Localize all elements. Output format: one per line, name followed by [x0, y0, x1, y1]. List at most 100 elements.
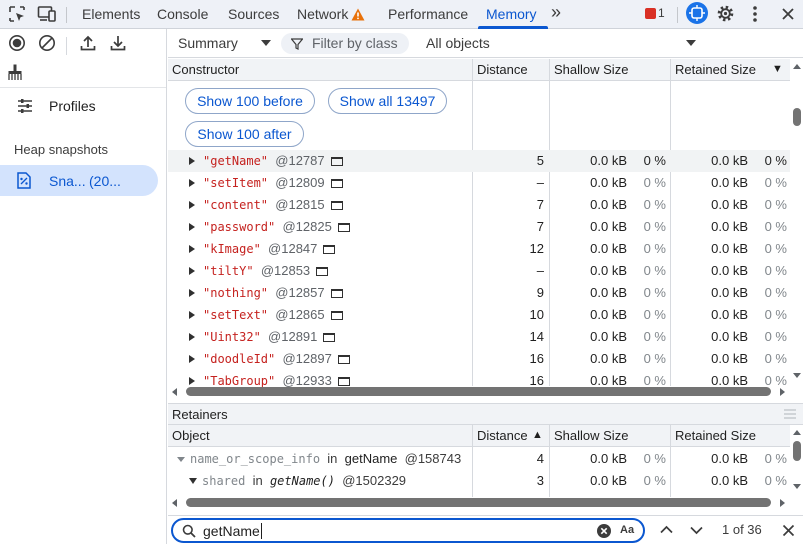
expand-arrow-icon[interactable] — [189, 377, 195, 385]
constructor-table-header: Constructor Distance Shallow Size Retain… — [168, 59, 790, 81]
close-search-icon[interactable] — [782, 524, 795, 537]
more-tabs-button[interactable]: » — [551, 2, 561, 23]
reveal-in-panel-icon[interactable] — [330, 201, 343, 210]
shallow-size-percent: 0 % — [643, 175, 666, 190]
scroll-left-arrow[interactable] — [172, 388, 177, 396]
tab-network[interactable]: Network — [297, 6, 348, 22]
constructor-vertical-scrollbar[interactable] — [793, 108, 801, 126]
expand-arrow-icon[interactable] — [189, 355, 195, 363]
load-profile-icon[interactable] — [78, 33, 98, 53]
reveal-in-panel-icon[interactable] — [330, 179, 343, 188]
record-heap-snapshot-icon[interactable] — [7, 33, 27, 53]
expand-arrow-icon[interactable] — [189, 179, 195, 187]
scroll-up-arrow[interactable] — [793, 430, 801, 435]
column-retained-size[interactable]: Retained Size — [675, 62, 756, 77]
column-object[interactable]: Object — [172, 428, 210, 443]
table-row[interactable]: "setText" @12865 10 0.0 kB 0 % 0.0 kB 0 % — [168, 304, 790, 326]
drag-handle-icon[interactable] — [784, 409, 796, 419]
inspect-element-icon[interactable] — [8, 5, 26, 23]
scroll-left-arrow[interactable] — [172, 499, 177, 507]
retainer-row[interactable]: name_or_scope_info in getName @158743 4 0.… — [168, 448, 790, 470]
expand-arrow-icon[interactable] — [189, 157, 195, 165]
collapse-arrow-icon[interactable] — [189, 478, 197, 484]
chevron-down-icon[interactable] — [261, 40, 271, 46]
issues-badge[interactable]: 1 — [645, 6, 667, 22]
table-row[interactable]: "password" @12825 7 0.0 kB 0 % 0.0 kB 0 % — [168, 216, 790, 238]
search-input-box[interactable]: getName Aa — [171, 518, 645, 543]
expand-arrow-icon[interactable] — [189, 201, 195, 209]
table-row[interactable]: "nothing" @12857 9 0.0 kB 0 % 0.0 kB 0 % — [168, 282, 790, 304]
scroll-up-arrow[interactable] — [793, 64, 801, 69]
retainers-vertical-scrollbar[interactable] — [793, 441, 801, 461]
profiles-label[interactable]: Profiles — [49, 98, 96, 114]
column-shallow-size[interactable]: Shallow Size — [554, 428, 628, 443]
show-100-after-button[interactable]: Show 100 after — [185, 121, 304, 147]
table-row[interactable]: "setItem" @12809 – 0.0 kB 0 % 0.0 kB 0 % — [168, 172, 790, 194]
table-row[interactable]: "Uint32" @12891 14 0.0 kB 0 % 0.0 kB 0 % — [168, 326, 790, 348]
reveal-in-panel-icon[interactable] — [330, 311, 343, 320]
scroll-down-arrow[interactable] — [793, 484, 801, 489]
table-row[interactable]: "content" @12815 7 0.0 kB 0 % 0.0 kB 0 % — [168, 194, 790, 216]
reveal-in-panel-icon[interactable] — [330, 289, 343, 298]
save-profile-icon[interactable] — [108, 33, 128, 53]
reveal-in-panel-icon[interactable] — [323, 245, 336, 254]
device-toolbar-icon[interactable] — [37, 5, 57, 23]
show-100-before-button[interactable]: Show 100 before — [185, 88, 315, 114]
search-input[interactable]: getName — [203, 523, 260, 539]
table-row[interactable]: "doodleId" @12897 16 0.0 kB 0 % 0.0 kB 0 % — [168, 348, 790, 370]
shallow-size-value: 0.0 kB — [590, 329, 627, 344]
search-next-icon[interactable] — [690, 526, 703, 535]
scope-select[interactable]: All objects — [426, 35, 490, 51]
column-distance[interactable]: Distance — [477, 428, 528, 443]
collapse-arrow-icon[interactable] — [177, 457, 185, 462]
column-distance[interactable]: Distance — [477, 62, 528, 77]
class-filter-input[interactable]: Filter by class — [281, 33, 409, 54]
scroll-right-arrow[interactable] — [780, 499, 785, 507]
scroll-down-arrow[interactable] — [793, 373, 801, 378]
close-devtools-icon[interactable] — [781, 7, 795, 21]
column-shallow-size[interactable]: Shallow Size — [554, 62, 628, 77]
reveal-in-panel-icon[interactable] — [337, 355, 350, 364]
table-row[interactable]: "tiltY" @12853 – 0.0 kB 0 % 0.0 kB 0 % — [168, 260, 790, 282]
retainer-row[interactable]: shared in getName() @1502329 3 0.0 kB 0 % 0.… — [168, 470, 790, 492]
search-previous-icon[interactable] — [660, 525, 673, 534]
sort-ascending-icon[interactable]: ▲ — [532, 429, 543, 441]
retainers-horizontal-scrollbar[interactable] — [186, 498, 771, 507]
retained-size-percent: 0 % — [764, 451, 787, 466]
column-retained-size[interactable]: Retained Size — [675, 428, 756, 443]
reveal-in-panel-icon[interactable] — [337, 223, 350, 232]
expand-arrow-icon[interactable] — [189, 333, 195, 341]
scope-chevron-down-icon[interactable] — [686, 40, 696, 46]
show-all-button[interactable]: Show all 13497 — [328, 88, 447, 114]
tab-elements[interactable]: Elements — [82, 6, 140, 22]
clear-all-profiles-icon[interactable] — [37, 33, 57, 53]
reveal-in-panel-icon[interactable] — [323, 333, 336, 342]
expand-arrow-icon[interactable] — [189, 245, 195, 253]
table-row[interactable]: "kImage" @12847 12 0.0 kB 0 % 0.0 kB 0 % — [168, 238, 790, 260]
tab-console[interactable]: Console — [157, 6, 208, 22]
collect-garbage-icon[interactable] — [5, 62, 25, 82]
expand-arrow-icon[interactable] — [189, 267, 195, 275]
reveal-in-panel-icon[interactable] — [330, 157, 343, 166]
reveal-in-panel-icon[interactable] — [337, 377, 350, 386]
more-options-icon[interactable] — [752, 5, 758, 23]
constructor-horizontal-scrollbar[interactable] — [186, 387, 771, 396]
tab-memory[interactable]: Memory — [486, 6, 537, 22]
column-constructor[interactable]: Constructor — [172, 62, 239, 77]
settings-gear-icon[interactable] — [716, 4, 735, 23]
expand-arrow-icon[interactable] — [189, 311, 195, 319]
sidebar-item-snapshot[interactable]: Sna... (20... — [0, 165, 158, 196]
expand-arrow-icon[interactable] — [189, 223, 195, 231]
expand-arrow-icon[interactable] — [189, 289, 195, 297]
reveal-in-panel-icon[interactable] — [316, 267, 329, 276]
tab-performance[interactable]: Performance — [388, 6, 468, 22]
sort-descending-icon[interactable]: ▼ — [772, 63, 783, 75]
clear-search-icon[interactable] — [597, 524, 611, 538]
filter-placeholder: Filter by class — [312, 35, 398, 51]
ai-assistance-button[interactable] — [686, 2, 708, 24]
table-row[interactable]: "getName" @12787 5 0.0 kB 0 % 0.0 kB 0 % — [168, 150, 790, 172]
view-select[interactable]: Summary — [178, 35, 238, 51]
tab-sources[interactable]: Sources — [228, 6, 279, 22]
scroll-right-arrow[interactable] — [780, 388, 785, 396]
match-case-button[interactable]: Aa — [620, 524, 634, 536]
